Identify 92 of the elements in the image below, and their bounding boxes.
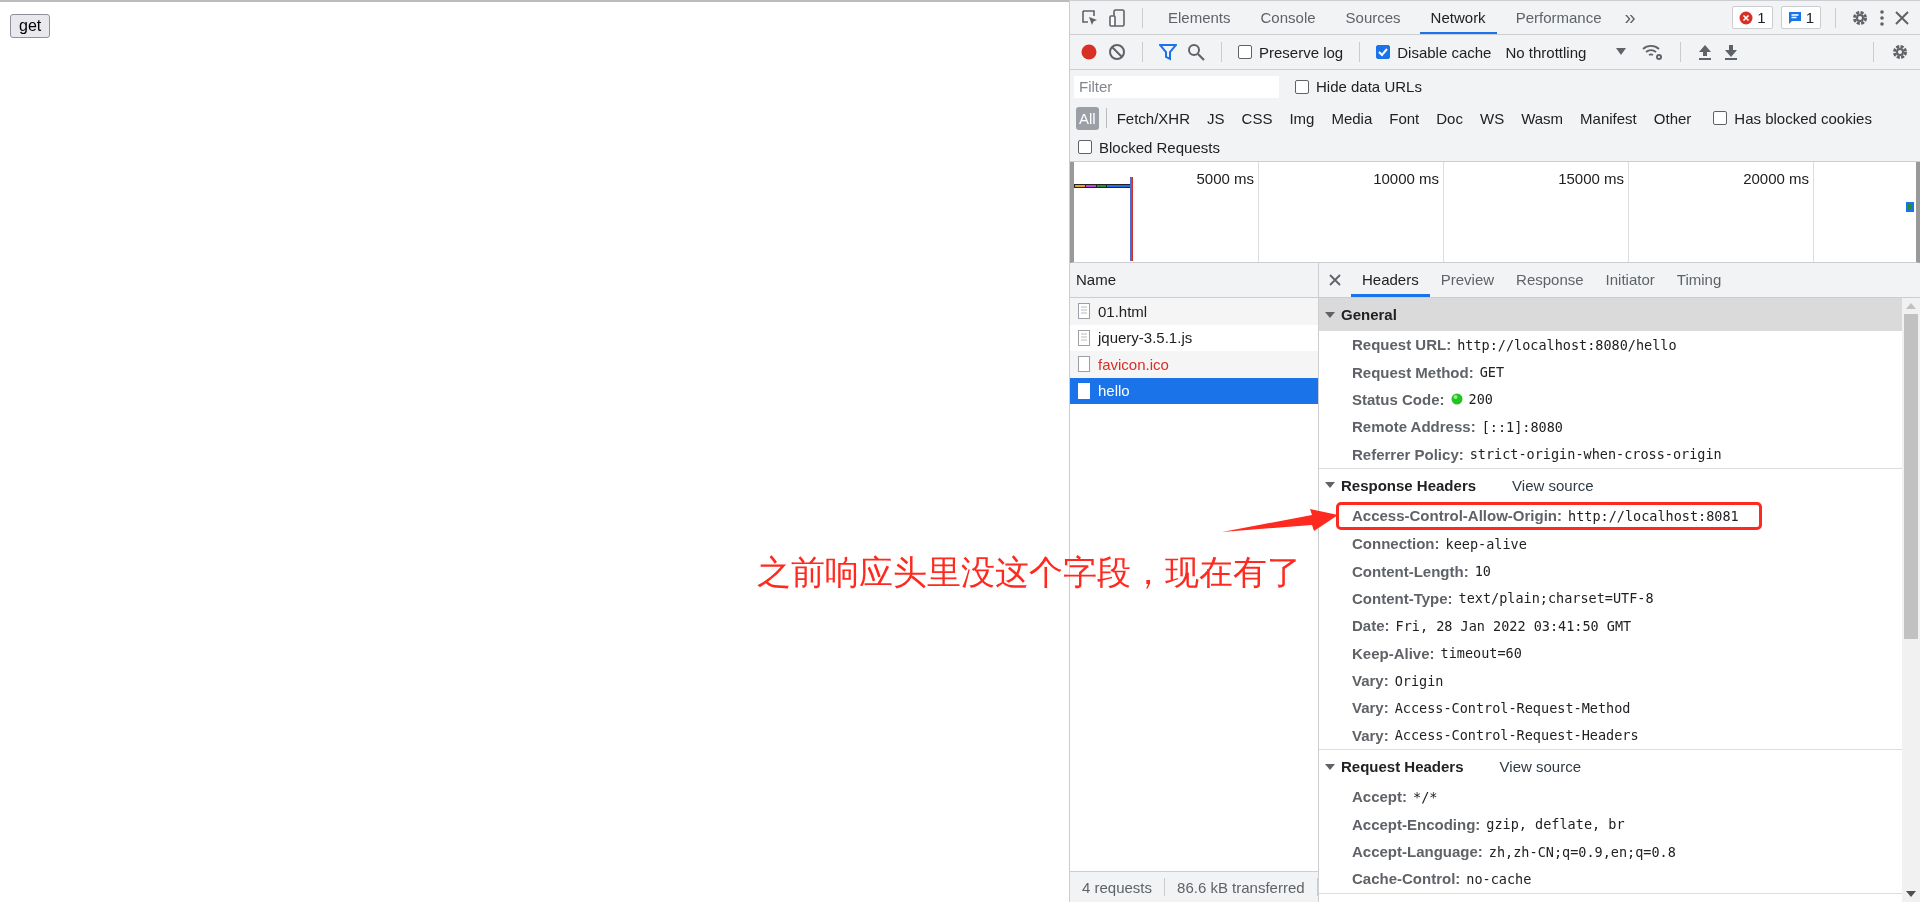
- download-icon[interactable]: [1723, 43, 1740, 61]
- message-count: 1: [1805, 9, 1814, 26]
- section-header[interactable]: Request Headers View source: [1319, 750, 1902, 784]
- header-row-text: Request URL: http://localhost:8080/hello: [1351, 335, 1678, 356]
- detail-tab[interactable]: Initiator: [1594, 263, 1666, 297]
- status-text: 86.6 kB transferred: [1177, 878, 1305, 896]
- message-icon: [1787, 10, 1802, 25]
- time-tick: 10000 ms: [1373, 170, 1439, 188]
- panel-tab[interactable]: Performance: [1504, 1, 1613, 34]
- time-tick: 5000 ms: [1196, 170, 1254, 188]
- search-icon[interactable]: [1187, 43, 1205, 61]
- request-row[interactable]: 01.html: [1070, 298, 1318, 325]
- file-icon: [1078, 303, 1090, 320]
- name-column-header[interactable]: Name: [1070, 263, 1318, 298]
- detail-tab[interactable]: Timing: [1665, 263, 1733, 297]
- header-row-text: Referrer Policy: strict-origin-when-cross-origin: [1351, 444, 1723, 465]
- header-row-text: Vary: Access-Control-Request-Headers: [1351, 725, 1640, 746]
- view-source-link[interactable]: View source: [1512, 476, 1594, 494]
- get-button[interactable]: get: [10, 14, 51, 38]
- type-filter[interactable]: Other: [1650, 106, 1695, 130]
- header-row-text: Status Code: 200: [1351, 389, 1494, 410]
- close-icon[interactable]: [1329, 274, 1341, 286]
- request-row[interactable]: favicon.ico: [1070, 351, 1318, 378]
- section-header[interactable]: General: [1319, 298, 1902, 331]
- message-badge[interactable]: 1: [1780, 6, 1821, 29]
- type-filter[interactable]: Manifest: [1577, 106, 1640, 130]
- scroll-down-icon[interactable]: [1906, 890, 1916, 898]
- triangle-icon: [1325, 309, 1335, 320]
- time-tick: 15000 ms: [1558, 170, 1624, 188]
- type-filter[interactable]: Font: [1386, 106, 1423, 130]
- upload-icon[interactable]: [1697, 43, 1714, 61]
- header-row-text: Content-Type: text/plain;charset=UTF-8: [1351, 588, 1655, 609]
- time-tick: 20000 ms: [1743, 170, 1809, 188]
- type-filter[interactable]: CSS: [1238, 106, 1276, 130]
- file-icon: [1078, 329, 1090, 346]
- type-filter[interactable]: Media: [1328, 106, 1376, 130]
- error-badge[interactable]: 1: [1732, 6, 1773, 29]
- settings-icon[interactable]: [1890, 42, 1910, 62]
- error-icon: [1739, 10, 1754, 25]
- type-filter[interactable]: Img: [1286, 106, 1318, 130]
- preserve-log-checkbox[interactable]: Preserve log: [1238, 43, 1344, 61]
- header-row-text: Accept-Language: zh,zh-CN;q=0.9,en;q=0.8: [1351, 842, 1677, 863]
- blocked-requests-checkbox[interactable]: Blocked Requests: [1078, 138, 1220, 156]
- file-icon: [1078, 382, 1090, 399]
- scrollbar-thumb[interactable]: [1904, 314, 1918, 639]
- clear-icon[interactable]: [1108, 43, 1126, 61]
- header-row-text: Vary: Access-Control-Request-Method: [1351, 698, 1632, 719]
- annotation-text: 之前响应头里没这个字段，现在有了: [757, 551, 1301, 594]
- header-row: Access-Control-Allow-Origin: http://localhost:8081: [1336, 501, 1762, 530]
- hide-data-urls-checkbox[interactable]: Hide data URLs: [1295, 78, 1422, 95]
- filter-field[interactable]: Filter: [1074, 75, 1279, 98]
- close-icon[interactable]: [1894, 9, 1910, 26]
- disable-cache-checkbox[interactable]: Disable cache: [1376, 43, 1492, 61]
- request-row[interactable]: hello: [1070, 377, 1318, 404]
- panel-tab[interactable]: Sources: [1334, 1, 1412, 34]
- type-filter[interactable]: Wasm: [1518, 106, 1567, 130]
- header-row-text: Date: Fri, 28 Jan 2022 03:41:50 GMT: [1351, 616, 1633, 637]
- type-filter[interactable]: Fetch/XHR: [1113, 106, 1194, 130]
- header-row-text: Vary: Origin: [1351, 671, 1445, 692]
- wifi-gear-icon[interactable]: [1642, 43, 1665, 61]
- type-filter[interactable]: JS: [1204, 106, 1228, 130]
- more-menu-icon[interactable]: [1878, 7, 1886, 28]
- panel-tab[interactable]: Console: [1249, 1, 1327, 34]
- record-icon[interactable]: [1080, 43, 1098, 61]
- type-filter[interactable]: WS: [1476, 106, 1508, 130]
- device-icon[interactable]: [1108, 7, 1128, 28]
- throttling-dropdown[interactable]: No throttling: [1505, 43, 1633, 61]
- header-row-text: Accept: */*: [1351, 787, 1439, 808]
- error-count: 1: [1757, 9, 1766, 26]
- header-row-text: Connection: keep-alive: [1351, 534, 1528, 555]
- filter-icon[interactable]: [1159, 43, 1177, 61]
- more-tabs-button[interactable]: »: [1620, 6, 1640, 29]
- view-source-link[interactable]: View source: [1499, 758, 1581, 776]
- header-row-text: Keep-Alive: timeout=60: [1351, 643, 1523, 664]
- header-row-text: Accept-Encoding: gzip, deflate, br: [1351, 814, 1626, 835]
- triangle-icon: [1325, 761, 1335, 772]
- caret-icon: [1616, 48, 1627, 56]
- header-row-text: Remote Address: [::1]:8080: [1351, 417, 1564, 438]
- file-icon: [1078, 356, 1090, 373]
- detail-tab[interactable]: Response: [1505, 263, 1595, 297]
- check-icon: [1377, 46, 1390, 58]
- header-row-text: Cache-Control: no-cache: [1351, 869, 1533, 890]
- request-row[interactable]: jquery-3.5.1.js: [1070, 324, 1318, 351]
- type-filter[interactable]: Doc: [1433, 106, 1466, 130]
- status-text: 4 requests: [1082, 878, 1153, 896]
- blocked-cookies-checkbox[interactable]: Has blocked cookies: [1713, 109, 1872, 127]
- header-row-text: Content-Length: 10: [1351, 561, 1492, 582]
- section-header[interactable]: Response Headers View source: [1319, 468, 1902, 502]
- header-row-text: Request Method: GET: [1351, 362, 1506, 383]
- status-dot-icon: [1450, 393, 1463, 406]
- panel-tab[interactable]: Elements: [1157, 1, 1242, 34]
- detail-tab[interactable]: Preview: [1429, 263, 1506, 297]
